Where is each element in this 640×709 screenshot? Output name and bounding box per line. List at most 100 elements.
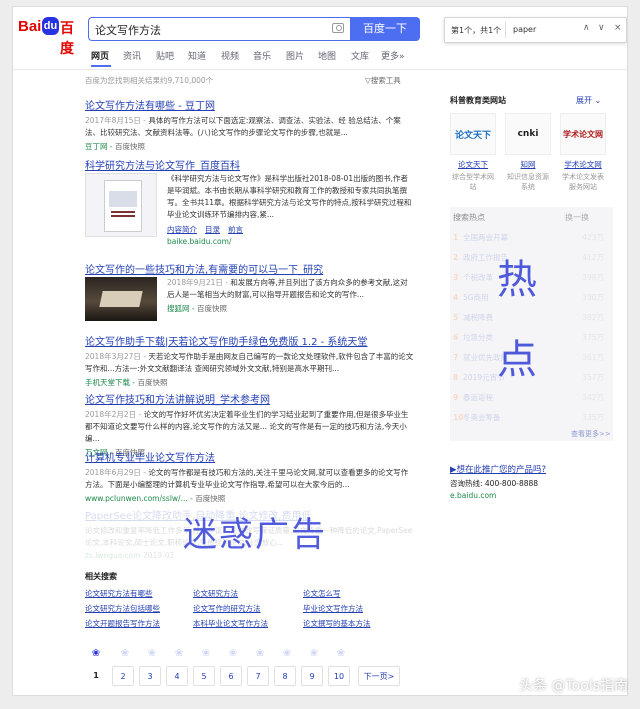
sublink-preface[interactable]: 前言 <box>228 225 243 234</box>
tab-wenku[interactable]: 文库 <box>351 49 369 62</box>
result-item: 论文写作方法有哪些 - 豆丁网 2017年8月15日 - 具体的写作方法可以下面… <box>85 97 415 152</box>
tab-music[interactable]: 音乐 <box>253 49 271 62</box>
hot-search-row[interactable]: 5 减税降费 382万 <box>453 312 608 324</box>
article-thumbnail[interactable] <box>85 277 157 321</box>
pager-paw-icon: ❀ <box>309 648 319 659</box>
page-link[interactable]: 10 <box>328 666 350 686</box>
hot-rank: 1 <box>453 233 459 242</box>
related-search-link[interactable]: 论文研究方法 <box>193 588 238 599</box>
baidu-logo[interactable]: Bai du 百度 <box>18 17 84 56</box>
cache-link[interactable]: 百度快照 <box>115 142 145 151</box>
page-link[interactable]: 6 <box>220 666 242 686</box>
sidebar-expand-link[interactable]: 展开 ⌄ <box>576 95 601 106</box>
hot-refresh-button[interactable]: 换一换 <box>565 212 589 223</box>
result-title[interactable]: 论文写作技巧和方法讲解说明_学术参考网 <box>85 391 415 406</box>
result-source-name[interactable]: www.pclunwen.com/sslw/... <box>85 494 188 503</box>
find-input[interactable]: paper <box>513 25 536 34</box>
site-name[interactable]: 论文天下 <box>450 159 496 170</box>
sublink-intro[interactable]: 内容简介 <box>167 225 197 234</box>
pager-paw-icon: ❀ <box>91 648 101 659</box>
result-source-name[interactable]: baike.baidu.com/ <box>167 237 415 246</box>
result-title[interactable]: 科学研究方法与论文写作_百度百科 <box>85 157 415 172</box>
hot-search-title: 搜索热点 <box>453 213 485 222</box>
result-desc: 2017年8月15日 - 具体的写作方法可以下面选定:观察法、调查法、实验法、经… <box>85 115 415 139</box>
promo-link[interactable]: ▶想在此推广您的产品吗? <box>450 463 546 475</box>
search-tools-link[interactable]: ▽搜索工具 <box>365 75 401 86</box>
result-title[interactable]: 计算机专业毕业论文写作方法 <box>85 449 415 464</box>
find-prev-icon[interactable]: ∧ <box>583 23 590 33</box>
site-name[interactable]: 学术论文网 <box>560 159 606 170</box>
page-link[interactable]: 3 <box>139 666 161 686</box>
related-search-link[interactable]: 本科毕业论文写作方法 <box>193 618 268 629</box>
page-link[interactable]: 7 <box>247 666 269 686</box>
result-source-name[interactable]: 豆丁网 <box>85 142 108 151</box>
pager-paw-icon: ❀ <box>174 648 184 659</box>
related-search-link[interactable]: 毕业论文写作方法 <box>303 603 363 614</box>
chevron-down-icon: ⌄ <box>594 96 602 105</box>
search-input[interactable]: 论文写作方法 <box>88 17 350 41</box>
hot-more-link[interactable]: 查看更多>> <box>571 429 611 439</box>
cache-link[interactable]: 百度快照 <box>195 494 225 503</box>
page-link[interactable]: 4 <box>166 666 188 686</box>
hot-rank: 2 <box>453 253 459 262</box>
find-close-icon[interactable]: × <box>614 23 622 33</box>
related-search-link[interactable]: 论文研究方法包括哪些 <box>85 603 160 614</box>
result-title[interactable]: 论文写作的一些技巧和方法,有需要的可以马一下_研究 <box>85 261 415 276</box>
tab-map[interactable]: 地图 <box>318 49 336 62</box>
sidebar-site-card[interactable]: cnki 知网 知识信息资源系统 <box>505 113 551 192</box>
page-link[interactable]: 9 <box>301 666 323 686</box>
page-link[interactable]: 5 <box>193 666 215 686</box>
result-count: 百度为您找到相关结果约9,710,000个 <box>85 76 214 85</box>
result-title[interactable]: 论文写作助手下载|天若论文写作助手绿色免费版 1.2 - 系统天堂 <box>85 333 415 348</box>
tab-image[interactable]: 图片 <box>286 49 304 62</box>
sidebar-title: 科普教育类网站 <box>450 96 506 105</box>
hot-keyword: 垃圾分类 <box>463 333 493 342</box>
result-body: 《科学研究方法与论文写作》是科学出版社2018-08-01出版的图书,作者是毕润… <box>167 173 415 246</box>
promo-url[interactable]: e.baidu.com <box>450 491 496 500</box>
camera-icon[interactable] <box>332 23 344 33</box>
hot-count: 335万 <box>582 413 604 422</box>
related-search-link[interactable]: 论文撰写的基本方法 <box>303 618 371 629</box>
sidebar-site-card[interactable]: 论文天下 论文天下 综合型学术网站 <box>450 113 496 192</box>
ad-date: 2019-02 <box>142 551 175 560</box>
result-source: 豆丁网 - 百度快照 <box>85 142 145 151</box>
hot-search-row[interactable]: 10冬奥会筹备 335万 <box>453 412 608 424</box>
tab-web[interactable]: 网页 <box>91 49 109 62</box>
page-link[interactable]: 8 <box>274 666 296 686</box>
site-logo: 论文天下 <box>450 113 496 155</box>
sidebar-site-card[interactable]: 学术论文网 学术论文网 学术论文发表服务网站 <box>560 113 606 192</box>
result-source-name[interactable]: 手机天堂下载 <box>85 378 130 387</box>
hot-keyword: 冬奥会筹备 <box>463 413 501 422</box>
site-name[interactable]: 知网 <box>505 159 551 170</box>
tab-more[interactable]: 更多» <box>381 49 405 62</box>
pager-paw-icon: ❀ <box>255 648 265 659</box>
next-page-button[interactable]: 下一页> <box>358 666 400 686</box>
related-search-link[interactable]: 论文开题报告写作方法 <box>85 618 160 629</box>
tab-zhidao[interactable]: 知道 <box>188 49 206 62</box>
tab-tieba[interactable]: 贴吧 <box>156 49 174 62</box>
result-date: 2018年6月29日 - <box>85 468 146 477</box>
hot-count: 342万 <box>582 393 604 402</box>
tab-news[interactable]: 资讯 <box>123 49 141 62</box>
hot-search-row[interactable]: 1 全国两会开幕 423万 <box>453 232 608 244</box>
sublink-toc[interactable]: 目录 <box>205 225 220 234</box>
site-desc: 学术论文发表服务网站 <box>562 173 604 191</box>
related-search-link[interactable]: 论文怎么写 <box>303 588 341 599</box>
ad-source-name[interactable]: zs.lwnguo.com <box>85 551 141 560</box>
book-cover-thumbnail[interactable] <box>85 173 157 237</box>
logo-text-right: 百度 <box>60 20 74 56</box>
tab-video[interactable]: 视频 <box>221 49 239 62</box>
cache-link[interactable]: 百度快照 <box>197 304 227 313</box>
hot-count: 398万 <box>582 273 604 282</box>
cache-link[interactable]: 百度快照 <box>137 378 167 387</box>
search-button[interactable]: 百度一下 <box>350 17 420 41</box>
result-source-name[interactable]: 搜狐网 <box>167 304 190 313</box>
find-next-icon[interactable]: ∨ <box>598 23 605 33</box>
book-cover-image <box>104 180 142 232</box>
related-search-link[interactable]: 论文研究方法有哪些 <box>85 588 153 599</box>
result-title[interactable]: 论文写作方法有哪些 - 豆丁网 <box>85 97 415 112</box>
hot-search-row[interactable]: 9 春运返程 342万 <box>453 392 608 404</box>
hot-rank: 5 <box>453 313 459 322</box>
page-link[interactable]: 2 <box>112 666 134 686</box>
related-search-link[interactable]: 论文写作的研究方法 <box>193 603 261 614</box>
